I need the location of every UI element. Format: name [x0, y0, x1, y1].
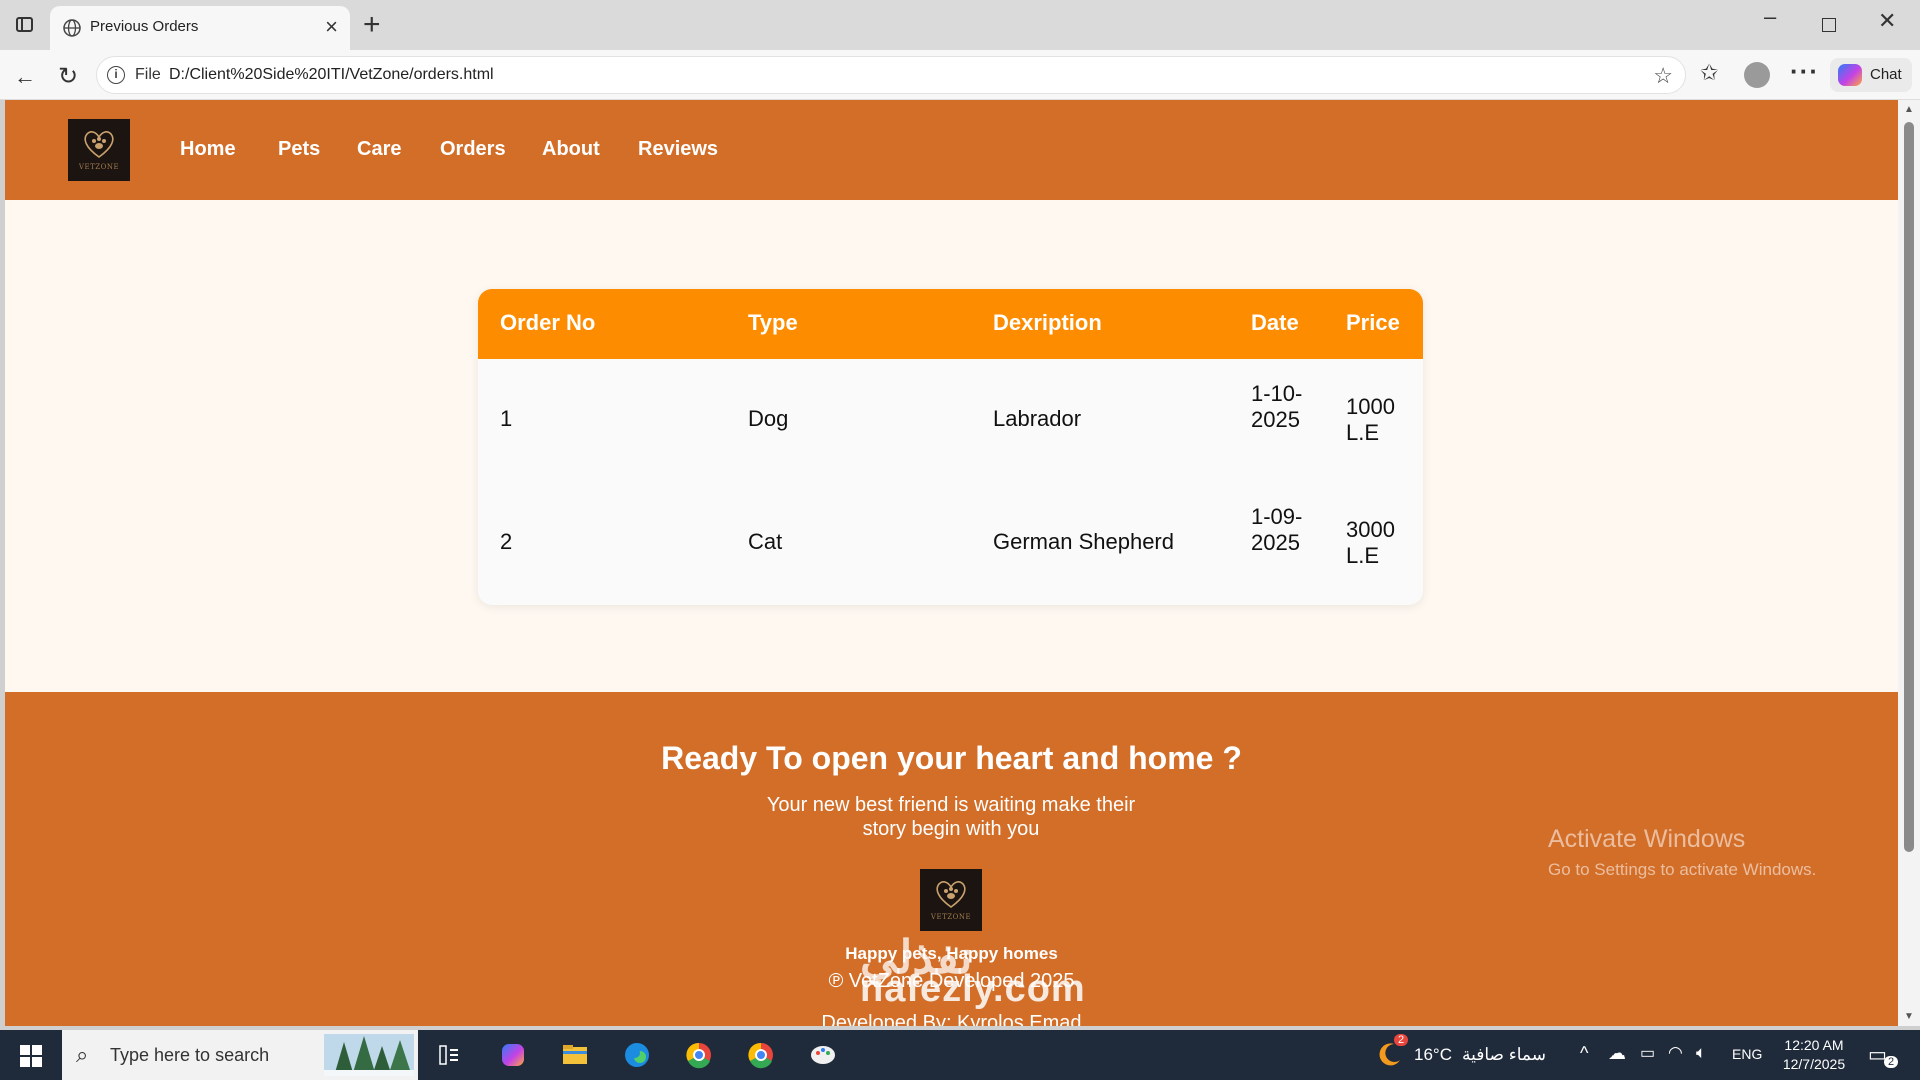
cell-order-no: 2 — [500, 529, 513, 554]
column-header-order-no: Order No — [500, 310, 596, 335]
browser-tab[interactable]: Previous Orders × — [50, 6, 350, 50]
volume-icon[interactable]: 🔈︎ — [1696, 1043, 1706, 1063]
edge-browser-icon[interactable] — [618, 1036, 656, 1074]
page-scrollbar[interactable]: ▲ ▼ — [1898, 100, 1920, 1026]
column-header-price: Price — [1346, 310, 1400, 335]
cell-price: 1000 L.E — [1346, 394, 1395, 445]
minimize-icon[interactable]: – — [1764, 4, 1776, 30]
address-bar: ← ↻ i File D:/Client%20Side%20ITI/VetZon… — [0, 50, 1920, 100]
clock-date: 12/7/2025 — [1782, 1056, 1846, 1072]
url-field[interactable]: i File D:/Client%20Side%20ITI/VetZone/or… — [96, 56, 1686, 94]
favorite-star-icon[interactable]: ☆ — [1653, 63, 1673, 89]
file-explorer-icon[interactable] — [556, 1036, 594, 1074]
taskbar-search-placeholder: Type here to search — [110, 1045, 270, 1065]
nav-about[interactable]: About — [542, 138, 600, 161]
watermark-arabic: نفذلي — [860, 931, 973, 983]
page-viewport: VETZONE Home Pets Care Orders About Revi… — [5, 100, 1898, 1026]
paint-app-icon[interactable] — [804, 1036, 842, 1074]
cell-type: Cat — [748, 529, 783, 554]
activate-windows-subtitle: Go to Settings to activate Windows. — [1548, 860, 1817, 879]
tray-chevron-up-icon[interactable]: ^ — [1580, 1043, 1588, 1064]
back-arrow-icon[interactable]: ← — [14, 64, 36, 90]
taskbar-search[interactable]: ⌕ Type here to search — [62, 1030, 418, 1080]
heart-paw-logo-icon — [936, 881, 966, 908]
task-view-icon[interactable] — [430, 1036, 468, 1074]
cell-date: 1-09-2025 — [1251, 504, 1303, 555]
chrome-icon[interactable] — [680, 1036, 718, 1074]
language-indicator[interactable]: ENG — [1732, 1046, 1762, 1062]
globe-icon — [63, 19, 81, 37]
profile-avatar[interactable] — [1744, 62, 1770, 88]
copilot-chat-button[interactable]: Chat — [1830, 58, 1912, 92]
favorites-icon[interactable]: ✩ — [1700, 60, 1718, 86]
maximize-icon[interactable] — [1822, 8, 1836, 32]
windows-start-icon[interactable] — [20, 1045, 42, 1067]
weather-temperature[interactable]: 16°C — [1414, 1045, 1452, 1065]
close-window-icon[interactable]: ✕ — [1878, 8, 1896, 34]
copilot-icon — [1838, 64, 1862, 86]
column-header-type: Type — [748, 310, 798, 335]
chrome-profile-icon[interactable] — [742, 1036, 780, 1074]
site-header: VETZONE Home Pets Care Orders About Revi… — [5, 100, 1898, 200]
scroll-down-icon[interactable]: ▼ — [1904, 1011, 1914, 1022]
cta-heading: Ready To open your heart and home ? — [661, 740, 1242, 776]
table-header: Order No Type Dexription Date Price — [478, 289, 1423, 359]
close-tab-icon[interactable]: × — [325, 14, 338, 40]
heart-paw-logo-icon — [84, 131, 114, 158]
browser-tab-bar: Previous Orders × + – ✕ — [0, 0, 1920, 50]
cell-price: 3000 L.E — [1346, 517, 1395, 568]
scrollbar-thumb[interactable] — [1904, 122, 1914, 852]
scroll-up-icon[interactable]: ▲ — [1904, 104, 1914, 115]
nav-home[interactable]: Home — [180, 138, 236, 161]
nav-pets[interactable]: Pets — [278, 138, 320, 161]
nafezly-watermark: نفذلي nafezly.com — [860, 931, 1086, 1011]
info-icon[interactable]: i — [107, 66, 125, 84]
url-scheme-label: File — [135, 66, 161, 83]
search-icon: ⌕ — [76, 1042, 89, 1067]
reload-icon[interactable]: ↻ — [58, 62, 78, 91]
new-tab-icon[interactable]: + — [363, 8, 381, 42]
weather-badge: 2 — [1394, 1034, 1409, 1046]
nav-reviews[interactable]: Reviews — [638, 138, 718, 161]
nav-orders[interactable]: Orders — [440, 138, 506, 161]
clock-time: 12:20 AM — [1784, 1037, 1844, 1053]
cell-type: Dog — [748, 406, 789, 431]
activate-windows-notice: Activate Windows Go to Settings to activ… — [1548, 825, 1816, 880]
wifi-icon[interactable]: ◠ — [1668, 1043, 1683, 1063]
logo-text: VETZONE — [78, 163, 120, 171]
more-options-icon[interactable]: ··· — [1790, 56, 1819, 87]
column-header-description: Dexription — [993, 310, 1102, 335]
windows-taskbar: ⌕ Type here to search 2 16°C سماء صافية … — [0, 1030, 1920, 1080]
cta-text: Your new best friend is waiting make the… — [766, 794, 1136, 840]
footer-developer: Developed By: Kyrolos Emad — [821, 1012, 1082, 1026]
battery-icon[interactable]: ▭ — [1640, 1043, 1655, 1063]
activate-windows-title: Activate Windows — [1548, 825, 1746, 853]
tab-actions-icon[interactable] — [12, 12, 38, 38]
logo-text: VETZONE — [930, 913, 972, 921]
orders-table: Order No Type Dexription Date Price 1 Do… — [478, 289, 1423, 605]
cell-description: Labrador — [993, 406, 1082, 431]
landscape-trees-icon — [324, 1034, 414, 1076]
cell-order-no: 1 — [500, 406, 513, 431]
footer-logo[interactable]: VETZONE — [920, 869, 982, 931]
site-logo[interactable]: VETZONE — [68, 119, 130, 181]
chat-label: Chat — [1870, 66, 1902, 83]
notification-count: 2 — [1884, 1056, 1899, 1068]
weather-description[interactable]: سماء صافية — [1462, 1045, 1546, 1065]
cell-description: German Shepherd — [993, 529, 1174, 554]
taskbar-clock[interactable]: 12:20 AM 12/7/2025 — [1776, 1036, 1852, 1074]
column-header-date: Date — [1251, 310, 1299, 335]
nav-care[interactable]: Care — [357, 138, 401, 161]
tab-title: Previous Orders — [90, 18, 199, 35]
cell-date: 1-10-2025 — [1251, 381, 1303, 432]
onedrive-cloud-icon[interactable]: ☁ — [1608, 1043, 1626, 1064]
url-text[interactable]: D:/Client%20Side%20ITI/VetZone/orders.ht… — [169, 66, 494, 84]
copilot-app-icon[interactable] — [494, 1036, 532, 1074]
